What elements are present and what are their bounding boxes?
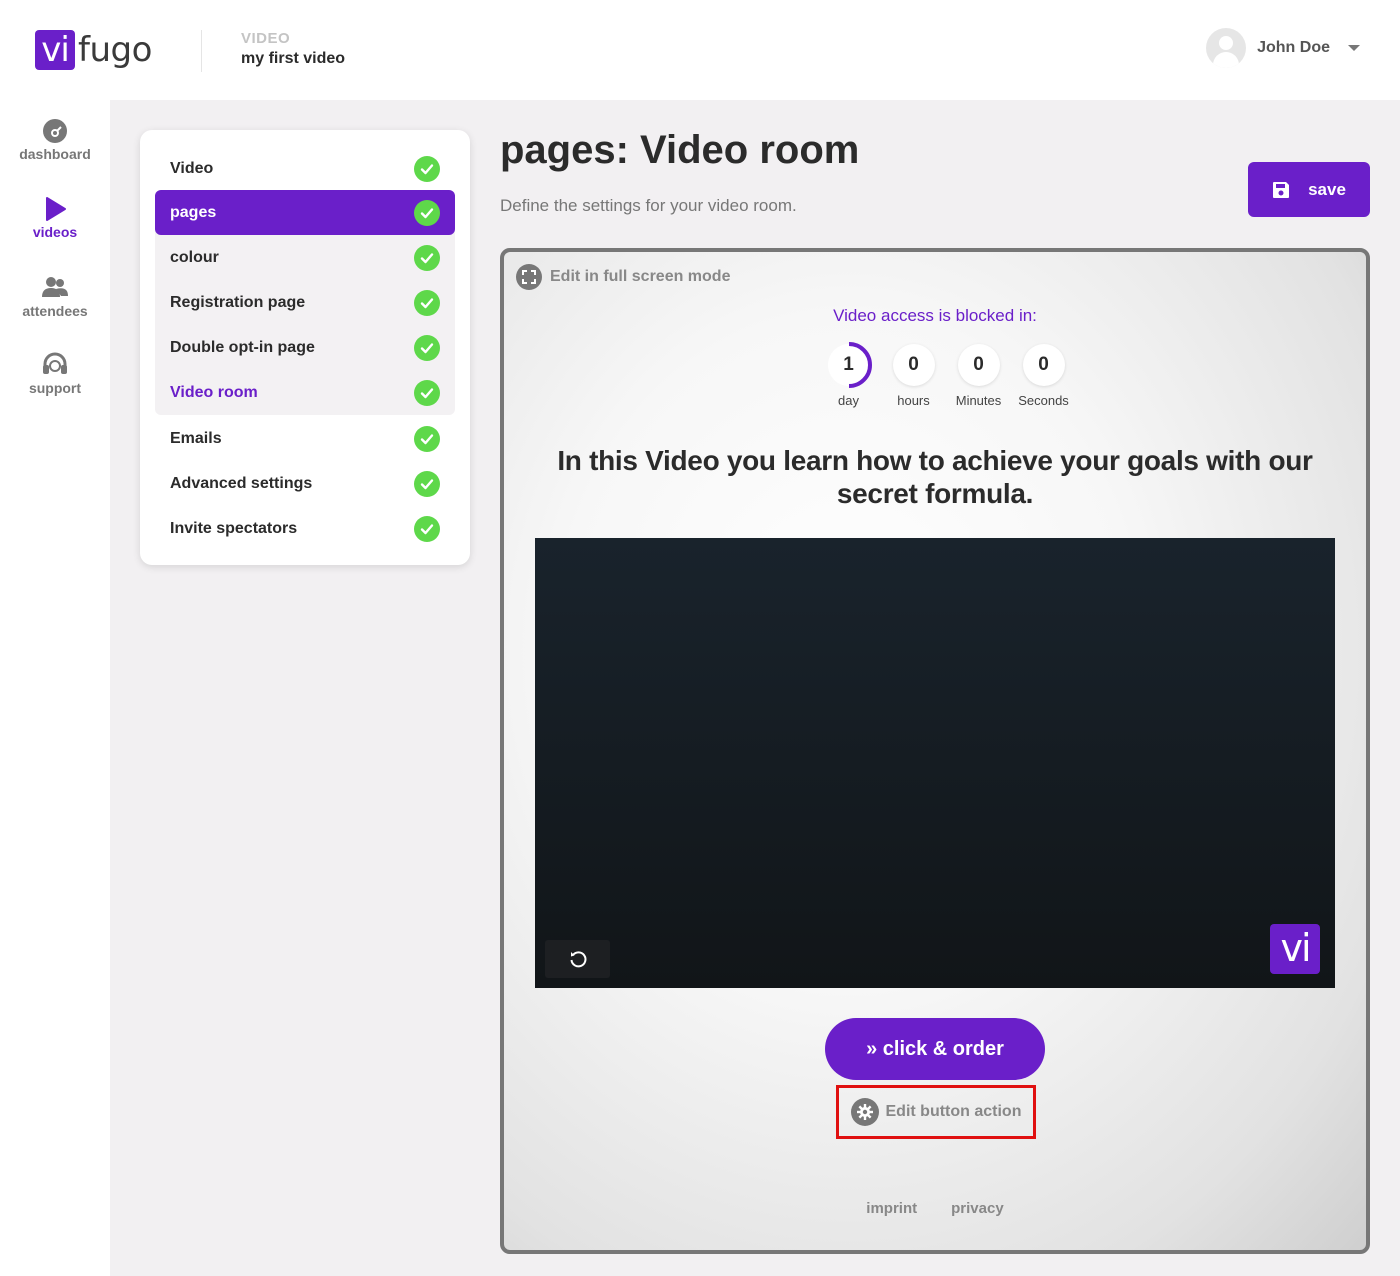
edit-button-action[interactable]: Edit button action <box>836 1085 1036 1139</box>
check-icon <box>414 289 440 316</box>
step-double-opt-in-page[interactable]: Double opt-in page <box>155 325 455 370</box>
logo-wordmark: fugo <box>78 30 152 70</box>
step-video-room[interactable]: Video room <box>155 370 455 415</box>
imprint-link[interactable]: imprint <box>866 1200 917 1217</box>
check-icon <box>414 425 440 452</box>
step-label: Double opt-in page <box>170 338 315 356</box>
countdown-value: 0 <box>908 354 919 375</box>
chevron-down-icon <box>1348 45 1360 51</box>
check-icon <box>414 515 440 542</box>
sidebar-item-label: videos <box>32 224 78 240</box>
save-button[interactable]: save <box>1248 162 1370 217</box>
breadcrumb-section: VIDEO <box>241 30 291 47</box>
countdown-label: hours <box>897 393 930 408</box>
step-label: Video <box>170 159 214 177</box>
avatar <box>1206 28 1247 68</box>
gear-icon <box>850 1098 879 1126</box>
user-name: John Doe <box>1257 39 1330 56</box>
countdown-day: 1 day <box>816 342 881 408</box>
breadcrumb: VIDEO my first video <box>241 30 345 68</box>
floppy-disk-icon <box>1273 181 1290 198</box>
video-headline: In this Video you learn how to achieve y… <box>557 445 1313 509</box>
countdown-timer: 1 day 0 hours 0 Minutes 0 Seconds <box>816 342 1076 408</box>
check-icon <box>414 334 440 361</box>
sidebar-item-support[interactable]: support <box>0 352 110 396</box>
edit-fullscreen-link[interactable]: Edit in full screen mode <box>516 264 730 290</box>
step-pages[interactable]: pages <box>155 190 455 235</box>
edit-fullscreen-label: Edit in full screen mode <box>550 268 731 285</box>
replay-button[interactable] <box>545 940 610 978</box>
countdown-value: 0 <box>1038 354 1049 375</box>
sidebar-item-dashboard[interactable]: dashboard <box>0 118 110 162</box>
video-player[interactable]: vi <box>535 538 1335 988</box>
logo-vi-mark: vi <box>35 30 75 70</box>
player-logo: vi <box>1270 924 1320 974</box>
check-icon <box>414 470 440 497</box>
sidebar-item-label: attendees <box>22 303 88 319</box>
video-room-preview: Edit in full screen mode Video access is… <box>500 248 1370 1254</box>
access-blocked-text: Video access is blocked in: <box>833 306 1037 325</box>
countdown-value: 1 <box>843 354 854 375</box>
step-colour[interactable]: colour <box>155 235 455 280</box>
countdown-label: Minutes <box>955 393 1002 408</box>
step-label: Advanced settings <box>170 474 313 492</box>
left-sidebar: dashboard videos attendees support <box>0 100 110 1276</box>
save-button-label: save <box>1308 179 1346 199</box>
check-icon <box>414 155 440 182</box>
play-icon <box>46 197 66 221</box>
fullscreen-icon <box>516 264 542 290</box>
replay-icon <box>570 951 586 968</box>
main-content: Video pages colour Registration page Dou… <box>110 100 1400 1276</box>
edit-button-action-label: Edit button action <box>885 1103 1022 1120</box>
step-label: Registration page <box>170 293 306 311</box>
step-label: colour <box>170 248 219 266</box>
check-icon <box>414 379 440 406</box>
top-header: vi fugo VIDEO my first video John Doe <box>0 0 1400 100</box>
breadcrumb-video-title: my first video <box>241 50 346 67</box>
countdown-label: Seconds <box>1018 393 1069 408</box>
click-and-order-button[interactable]: » click & order <box>825 1018 1045 1080</box>
sidebar-item-label: support <box>28 380 82 396</box>
sidebar-item-videos[interactable]: videos <box>0 196 110 240</box>
steps-card: Video pages colour Registration page Dou… <box>140 130 470 565</box>
step-invite-spectators[interactable]: Invite spectators <box>155 506 455 551</box>
header-divider <box>201 30 202 72</box>
user-menu[interactable]: John Doe <box>1206 27 1360 69</box>
step-video[interactable]: Video <box>155 146 455 191</box>
page-title: pages: Video room <box>500 128 860 172</box>
countdown-label: day <box>838 393 859 408</box>
page-subtitle: Define the settings for your video room. <box>500 196 797 215</box>
step-label: Invite spectators <box>170 519 298 537</box>
step-label: Emails <box>170 429 222 447</box>
step-label: Video room <box>170 383 258 401</box>
privacy-link[interactable]: privacy <box>951 1200 1004 1217</box>
step-advanced-settings[interactable]: Advanced settings <box>155 461 455 506</box>
check-icon <box>414 244 440 271</box>
preview-footer: imprint privacy <box>504 1200 1366 1217</box>
sidebar-item-label: dashboard <box>19 146 91 162</box>
vifugo-logo[interactable]: vi fugo <box>35 30 152 70</box>
countdown-value: 0 <box>973 354 984 375</box>
step-registration-page[interactable]: Registration page <box>155 280 455 325</box>
headset-icon <box>43 352 67 374</box>
gauge-icon <box>43 119 67 143</box>
countdown-minutes: 0 Minutes <box>946 344 1011 408</box>
check-icon <box>414 199 440 226</box>
countdown-hours: 0 hours <box>881 344 946 408</box>
users-icon <box>42 277 68 297</box>
sidebar-item-attendees[interactable]: attendees <box>0 275 110 319</box>
countdown-seconds: 0 Seconds <box>1011 344 1076 408</box>
step-label: pages <box>170 203 217 221</box>
step-emails[interactable]: Emails <box>155 416 455 461</box>
